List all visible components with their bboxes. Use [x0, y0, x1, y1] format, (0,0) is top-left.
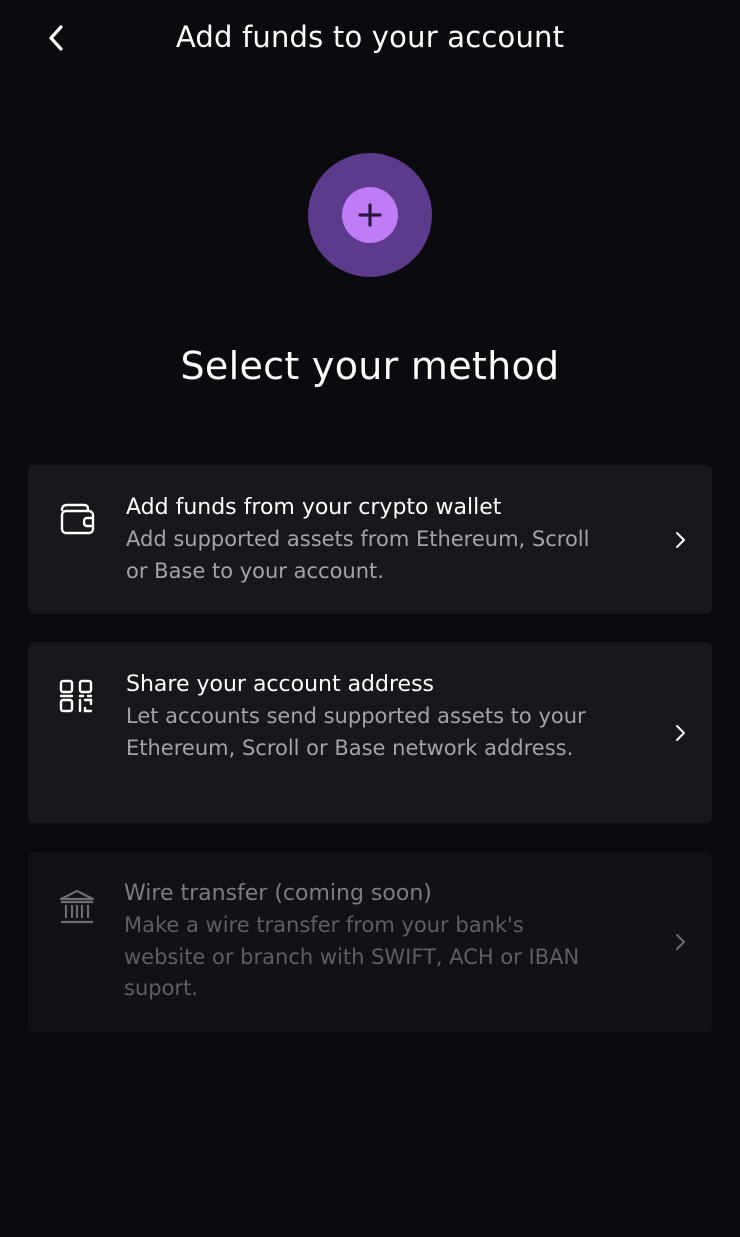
method-description: Add supported assets from Ethereum, Scro…	[126, 527, 590, 583]
section-title: Select your method	[180, 344, 560, 388]
chevron-right-icon	[676, 934, 685, 950]
method-title: Add funds from your crypto wallet	[126, 495, 502, 520]
chevron-right-icon	[676, 532, 685, 548]
method-description: Make a wire transfer from your bank's we…	[124, 913, 580, 1000]
page-title: Add funds to your account	[175, 20, 565, 54]
method-title: Share your account address	[126, 672, 435, 697]
wallet-icon	[60, 503, 95, 535]
hero-inner-circle	[342, 187, 398, 243]
chevron-right-icon	[676, 725, 685, 741]
qr-code-icon	[59, 679, 93, 713]
method-description: Let accounts send supported assets to yo…	[126, 704, 586, 760]
method-title: Wire transfer (coming soon)	[124, 881, 432, 906]
bank-icon	[59, 889, 95, 924]
method-card-wire-transfer: Wire transfer (coming soon) Make a wire …	[28, 852, 712, 1032]
header: Add funds to your account	[0, 0, 740, 80]
method-card-crypto-wallet[interactable]: Add funds from your crypto wallet Add su…	[28, 465, 712, 614]
plus-icon	[358, 203, 382, 227]
add-funds-screen: Add funds to your account Select your me…	[0, 0, 740, 1237]
hero-add-badge	[308, 153, 432, 277]
method-card-share-address[interactable]: Share your account address Let accounts …	[28, 642, 712, 823]
